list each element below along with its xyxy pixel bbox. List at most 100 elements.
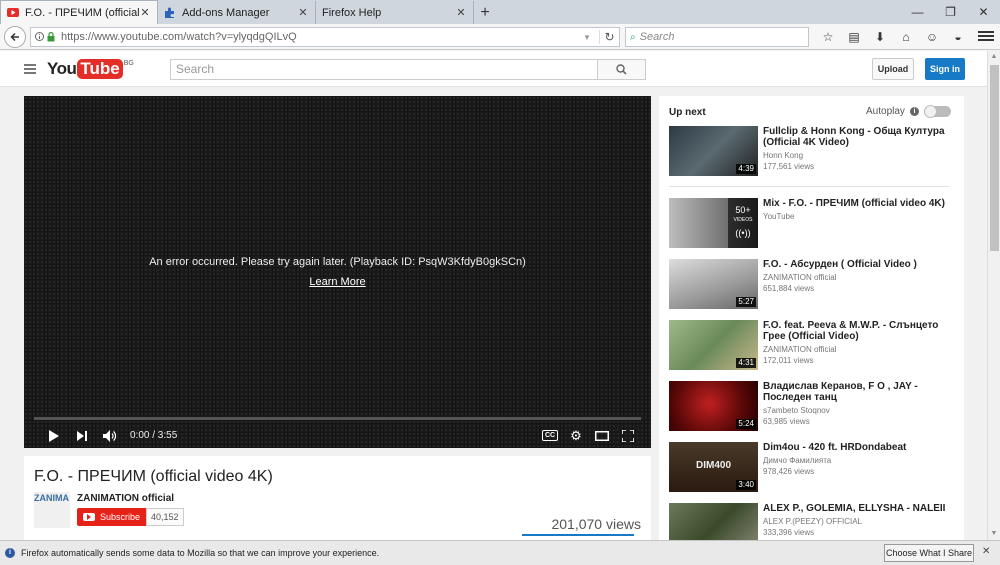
- info-icon: [35, 32, 44, 41]
- guide-menu-icon[interactable]: [24, 64, 36, 76]
- channel-name: YouTube: [763, 212, 795, 221]
- theater-mode-icon[interactable]: [589, 430, 615, 441]
- logo-tube: Tube: [77, 59, 123, 79]
- thumbnail-text: DIM400: [695, 460, 731, 471]
- tab-firefox-help[interactable]: Firefox Help ✕: [316, 1, 474, 24]
- scroll-up-arrow-icon[interactable]: ▲: [988, 51, 1000, 63]
- minimize-button[interactable]: —: [901, 0, 934, 24]
- mix-count: 50+: [735, 205, 751, 215]
- close-window-button[interactable]: ✕: [967, 0, 1000, 24]
- channel-name: s7ambeto Stoqnov: [763, 406, 830, 415]
- volume-icon[interactable]: [96, 429, 124, 442]
- video-thumbnail[interactable]: 5:27: [669, 259, 758, 309]
- list-item[interactable]: 50+ VIDEOS ((•)) Mix - F.O. - ПРЕЧИМ (of…: [669, 198, 959, 248]
- video-title[interactable]: Mix - F.O. - ПРЕЧИМ (official video 4K): [763, 198, 959, 209]
- hamburger-menu-icon[interactable]: [978, 29, 994, 43]
- youtube-header: You Tube BG Search Upload Sign in: [0, 51, 987, 87]
- view-count: 978,426 views: [763, 467, 815, 476]
- time-display: 0:00 / 3:55: [130, 430, 178, 441]
- fullscreen-icon[interactable]: [615, 429, 641, 442]
- logo-you: You: [47, 59, 77, 78]
- duration-badge: 5:27: [736, 297, 756, 307]
- channel-name: ALEX P.(PEEZY) OFFICIAL: [763, 517, 862, 526]
- tab-addons[interactable]: Add-ons Manager ✕: [158, 1, 316, 24]
- bookmark-star-icon[interactable]: ☆: [815, 27, 841, 47]
- channel-name: Honn Kong: [763, 151, 804, 160]
- list-item[interactable]: 4:31 F.O. feat. Peeva & M.W.P. - Слънцет…: [669, 320, 959, 370]
- tab-youtube[interactable]: F.O. - ПРЕЧИМ (official vi... ✕: [0, 0, 158, 24]
- upload-button[interactable]: Upload: [872, 58, 914, 80]
- duration-badge: 3:40: [736, 480, 756, 490]
- tab-label: Firefox Help: [322, 6, 382, 19]
- pocket-icon[interactable]: ◒: [945, 27, 971, 47]
- scrollbar-thumb[interactable]: [990, 65, 999, 251]
- progress-bar[interactable]: [34, 417, 641, 420]
- tab-close-icon[interactable]: ✕: [139, 6, 151, 19]
- tab-label: F.O. - ПРЕЧИМ (official vi...: [25, 6, 139, 19]
- info-icon: i: [5, 548, 15, 558]
- mix-overlay: 50+ VIDEOS ((•)): [728, 198, 758, 248]
- autoplay-toggle[interactable]: [923, 105, 951, 118]
- maximize-button[interactable]: ❐: [934, 0, 967, 24]
- video-thumbnail[interactable]: DIM400 3:40: [669, 442, 758, 492]
- search-engine-icon[interactable]: ⌕: [630, 32, 636, 43]
- home-icon[interactable]: ⌂: [893, 27, 919, 47]
- channel-avatar[interactable]: ZANIMA: [34, 492, 70, 528]
- lock-icon: [47, 32, 55, 42]
- next-icon[interactable]: [68, 430, 96, 441]
- new-tab-button[interactable]: +: [474, 1, 496, 24]
- hello-icon[interactable]: ☺: [919, 27, 945, 47]
- list-item[interactable]: 5:27 F.O. - Абсурден ( Official Video ) …: [669, 259, 959, 309]
- view-count: 333,396 views: [763, 528, 815, 537]
- video-thumbnail[interactable]: 5:24: [669, 381, 758, 431]
- sign-in-button[interactable]: Sign in: [925, 58, 965, 80]
- choose-what-i-share-button[interactable]: Choose What I Share: [884, 544, 974, 562]
- info-icon[interactable]: i: [909, 107, 919, 116]
- up-next-heading: Up next: [669, 107, 706, 118]
- video-thumbnail[interactable]: 4:39: [669, 126, 758, 176]
- settings-gear-icon[interactable]: ⚙: [563, 428, 589, 444]
- video-title[interactable]: Dim4ou - 420 ft. HRDondabeat: [763, 442, 959, 453]
- search-input[interactable]: Search: [170, 59, 598, 80]
- window-controls: — ❐ ✕: [901, 0, 1000, 24]
- browser-search-bar[interactable]: ⌕ Search: [625, 27, 809, 47]
- video-title[interactable]: Fullclip & Honn Kong - Обща Култура (Off…: [763, 126, 959, 148]
- play-icon[interactable]: [40, 429, 68, 442]
- list-item[interactable]: 5:24 Владислав Керанов, F O , JAY - Посл…: [669, 381, 959, 431]
- page-scrollbar[interactable]: ▲ ▼: [987, 51, 1000, 540]
- duration-badge: 4:39: [736, 164, 756, 174]
- mix-label: VIDEOS: [733, 217, 753, 223]
- reload-icon[interactable]: ↻: [599, 30, 619, 44]
- channel-name[interactable]: ZANIMATION official: [77, 493, 174, 504]
- url-bar[interactable]: https://www.youtube.com/watch?v=ylyqdgQI…: [30, 27, 620, 47]
- video-title[interactable]: F.O. feat. Peeva & M.W.P. - Слънцето Гре…: [763, 320, 959, 342]
- scroll-down-arrow-icon[interactable]: ▼: [988, 528, 1000, 540]
- url-dropdown-icon[interactable]: ▼: [583, 33, 599, 42]
- list-item[interactable]: DIM400 3:40 Dim4ou - 420 ft. HRDondabeat…: [669, 442, 959, 492]
- list-item[interactable]: 4:39 Fullclip & Honn Kong - Обща Култура…: [669, 126, 959, 176]
- tab-close-icon[interactable]: ✕: [455, 6, 467, 19]
- close-icon[interactable]: ✕: [982, 546, 990, 557]
- reading-list-icon[interactable]: ▤: [841, 27, 867, 47]
- video-info-panel: F.O. - ПРЕЧИМ (official video 4K) ZANIMA…: [24, 456, 651, 540]
- view-count: 201,070 views: [551, 516, 641, 532]
- video-thumbnail[interactable]: 50+ VIDEOS ((•)): [669, 198, 758, 248]
- subscribe-button[interactable]: Subscribe: [77, 508, 147, 526]
- captions-icon[interactable]: CC: [537, 430, 563, 441]
- url-text[interactable]: https://www.youtube.com/watch?v=ylyqdgQI…: [61, 31, 583, 43]
- duration-badge: 5:24: [736, 419, 756, 429]
- back-button[interactable]: [4, 25, 26, 48]
- site-info-icons[interactable]: [35, 32, 55, 42]
- video-player[interactable]: An error occurred. Please try again late…: [24, 96, 651, 448]
- video-title[interactable]: F.O. - Абсурден ( Official Video ): [763, 259, 959, 270]
- video-thumbnail[interactable]: 4:31: [669, 320, 758, 370]
- search-button[interactable]: [598, 59, 646, 80]
- duration-badge: 4:31: [736, 358, 756, 368]
- downloads-icon[interactable]: ⬇: [867, 27, 893, 47]
- video-title[interactable]: ALEX P., GOLEMIA, ELLYSHA - NALEII: [763, 503, 959, 514]
- learn-more-link[interactable]: Learn More: [309, 276, 365, 288]
- channel-name: ZANIMATION official: [763, 273, 837, 282]
- video-title[interactable]: Владислав Керанов, F O , JAY - Последен …: [763, 381, 959, 403]
- tab-close-icon[interactable]: ✕: [297, 6, 309, 19]
- youtube-logo[interactable]: You Tube BG: [47, 59, 134, 79]
